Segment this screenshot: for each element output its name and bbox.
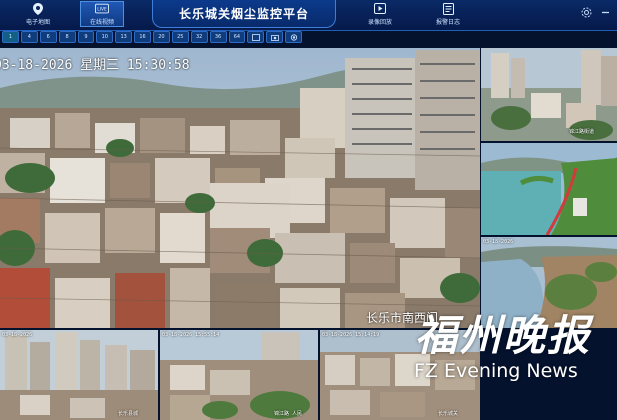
nav-playback[interactable]: 录像回放 [358,2,402,28]
layout-button-64[interactable]: 64 [228,31,246,43]
bottom-video-1-caption: 长乐县城 [118,411,139,417]
layout-button-4[interactable]: 4 [20,31,38,43]
top-header: 电子地图 LIVE 在线视频 长乐城关烟尘监控平台 录像回放 报警日志 [0,0,617,31]
layout-button-32[interactable]: 32 [190,31,208,43]
bottom-video-feed-1 [0,330,158,420]
bottom-video-feed-2 [160,330,318,420]
layout-button-13[interactable]: 13 [115,31,133,43]
log-icon [441,2,455,15]
bottom-video-2-timestamp: 03-18-2026 15:55:14 [162,332,220,338]
right-video-3-timestamp: 03-18-2026 [483,239,514,245]
record-icon [290,33,297,41]
camera-icon [270,34,279,41]
layout-button-36[interactable]: 36 [209,31,227,43]
right-video-feed-1 [481,48,617,141]
right-video-pane-2[interactable] [481,143,617,235]
title-plate: 长乐城关烟尘监控平台 [152,0,336,28]
fullscreen-icon [251,33,260,41]
playback-icon [373,2,387,15]
layout-button-10[interactable]: 10 [96,31,114,43]
main-video-feed [0,48,480,328]
nav-alarm-log-label: 报警日志 [435,19,460,26]
nav-live-video-label: 在线视频 [89,19,114,26]
layout-button-9[interactable]: 9 [77,31,95,43]
bottom-video-3-timestamp: 03-18-2026 15:14:19 [322,332,380,338]
map-pin-icon [31,2,45,15]
minimize-icon[interactable] [600,3,611,14]
right-video-pane-1[interactable]: 锦江路街道 [481,48,617,141]
layout-button-20[interactable]: 20 [153,31,170,43]
right-video-feed-2 [481,143,617,235]
right-video-feed-3 [481,237,617,328]
right-video-pane-3[interactable]: 03-18-2026 [481,237,617,328]
nav-playback-label: 录像回放 [367,19,392,26]
live-video-icon: LIVE [95,2,109,15]
layout-button-6[interactable]: 6 [39,31,57,43]
bottom-video-pane-3[interactable]: 03-18-2026 15:14:19 长乐城关 [320,330,480,420]
bottom-video-pane-1[interactable]: 03-18-2026 长乐县城 [0,330,158,420]
layout-toolbar: 1 4 6 8 9 10 13 16 20 25 32 36 64 [0,31,302,46]
layout-button-16[interactable]: 16 [134,31,151,43]
settings-icon[interactable] [581,3,592,18]
bottom-video-2-caption: 锦江路 人民 [274,411,303,417]
layout-button-8[interactable]: 8 [58,31,76,43]
layout-button-25[interactable]: 25 [171,31,189,43]
nav-electronic-map-label: 电子地图 [25,19,50,26]
bottom-video-3-caption: 长乐城关 [438,411,459,417]
fullscreen-button[interactable] [247,31,265,43]
bottom-video-pane-2[interactable]: 03-18-2026 15:55:14 锦江路 人民 [160,330,318,420]
live-badge: LIVE [97,7,107,13]
main-video-location-label: 长乐市南西门 [366,311,439,325]
layout-button-1[interactable]: 1 [2,31,19,43]
right-video-1-caption: 锦江路街道 [569,129,595,135]
header-tools [581,3,611,18]
page-title: 长乐城关烟尘监控平台 [178,7,309,21]
bottom-video-1-timestamp: 03-18-2026 [2,332,33,338]
main-video-timestamp: 03-18-2026 星期三 15:30:58 [0,58,190,73]
nav-live-video[interactable]: LIVE 在线视频 [80,1,124,27]
capture-button[interactable] [266,31,284,43]
bottom-video-feed-3 [320,330,480,420]
record-button[interactable] [285,31,302,43]
main-video-pane[interactable]: 03-18-2026 星期三 15:30:58 长乐市南西门 [0,48,480,328]
nav-electronic-map[interactable]: 电子地图 [16,2,60,28]
nav-alarm-log[interactable]: 报警日志 [426,2,470,28]
